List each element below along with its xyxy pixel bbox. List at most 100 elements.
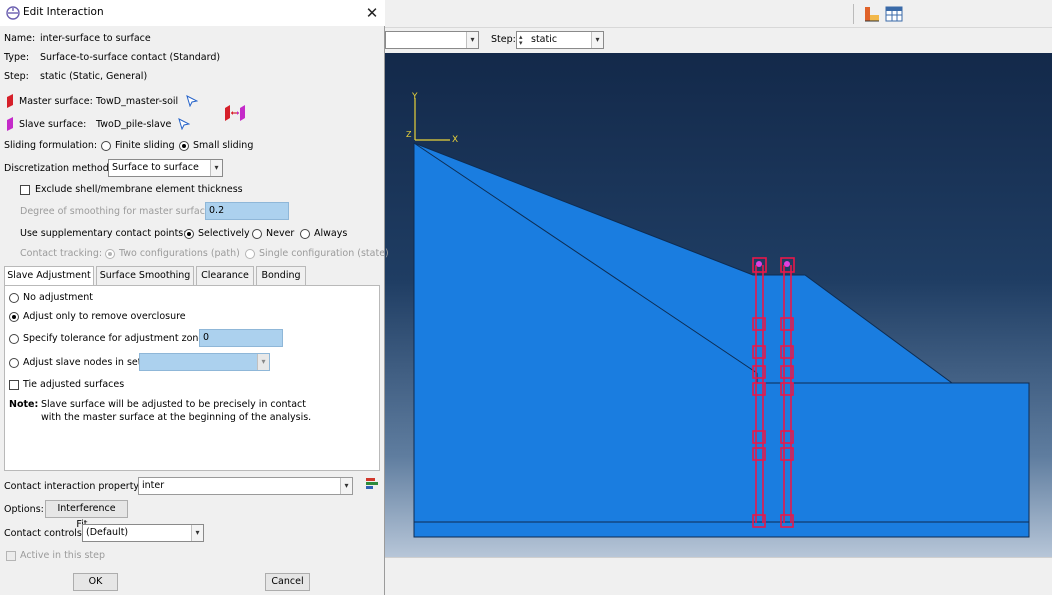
chevron-down-icon: ▾ (340, 478, 352, 494)
note-line-2: with the master surface at the beginning… (41, 412, 312, 423)
master-surface-value: TowD_master-soil (96, 96, 179, 107)
property-combo[interactable]: inter ▾ (138, 477, 353, 495)
step-combo-value: static (531, 34, 558, 45)
selectively-radio[interactable] (184, 229, 194, 239)
contact-controls-combo[interactable]: (Default) ▾ (82, 524, 204, 542)
finite-sliding-radio[interactable] (101, 141, 111, 151)
tie-adjusted-label: Tie adjusted surfaces (23, 379, 125, 390)
pile-head-marker (784, 261, 790, 267)
model-viewport[interactable]: Y X Z (385, 53, 1052, 557)
options-label: Options: (4, 504, 44, 515)
tolerance-input[interactable]: 0 (199, 329, 283, 347)
chevron-down-icon: ▾ (210, 160, 222, 176)
adjust-slave-nodes-radio[interactable] (9, 358, 19, 368)
exclude-thickness-checkbox[interactable] (20, 185, 30, 195)
discretization-combo[interactable]: Surface to surface ▾ (108, 159, 223, 177)
single-configuration-radio[interactable] (245, 249, 255, 259)
contact-controls-label: Contact controls: (4, 528, 86, 539)
pile-head-marker (756, 261, 762, 267)
soil-body (413, 142, 1030, 538)
single-configuration-label: Single configuration (state) (259, 248, 389, 259)
tab-surface-smoothing[interactable]: Surface Smoothing (96, 266, 194, 285)
model-canvas: Y X Z (406, 92, 1030, 538)
slave-surface-label: Slave surface: (19, 119, 87, 130)
master-surface-icon (7, 94, 13, 108)
no-adjustment-radio[interactable] (9, 293, 19, 303)
discretization-label: Discretization method: (4, 163, 112, 174)
master-surface-label: Master surface: (19, 96, 93, 107)
model-combo[interactable]: ▾ (385, 31, 479, 49)
close-button[interactable]: ✕ (362, 3, 382, 23)
small-sliding-radio[interactable] (179, 141, 189, 151)
always-label: Always (314, 228, 348, 239)
slave-surface-icon (7, 117, 13, 131)
step-value: static (Static, General) (40, 71, 148, 82)
dialog-titlebar[interactable]: Edit Interaction ✕ (0, 0, 385, 26)
close-icon: ✕ (365, 4, 379, 22)
edit-interaction-dialog: Edit Interaction ✕ Name: inter-surface t… (0, 0, 389, 595)
axis-z-label: Z (406, 130, 412, 139)
axis-x-label: X (452, 135, 458, 145)
chevron-down-icon: ▾ (591, 32, 603, 48)
property-manager-icon[interactable] (365, 477, 379, 491)
toolbar-separator (853, 4, 854, 24)
interaction-icon (6, 6, 20, 20)
table-tool-icon[interactable] (885, 5, 903, 23)
active-in-step-checkbox[interactable] (6, 551, 16, 561)
tab-bonding[interactable]: Bonding (256, 266, 306, 285)
small-sliding-label: Small sliding (193, 140, 254, 151)
supplementary-label: Use supplementary contact points: (20, 228, 187, 239)
name-label: Name: (4, 33, 36, 44)
chevron-down-icon: ▾ (257, 354, 269, 370)
specify-tolerance-radio[interactable] (9, 334, 19, 344)
discretization-value: Surface to surface (112, 162, 199, 173)
tab-clearance[interactable]: Clearance (196, 266, 254, 285)
context-bar: ▾ Step: ▴ ▾ static ▾ (385, 28, 1052, 52)
specify-tolerance-label: Specify tolerance for adjustment zone: (23, 333, 208, 344)
cancel-button[interactable]: Cancel (265, 573, 310, 591)
spinner-icon: ▴ ▾ (519, 33, 523, 47)
select-pointer-icon[interactable] (178, 118, 190, 130)
remove-overclosure-radio[interactable] (9, 312, 19, 322)
adjust-slave-nodes-label: Adjust slave nodes in set: (23, 357, 145, 368)
node-set-combo[interactable]: ▾ (139, 353, 270, 371)
smoothing-label: Degree of smoothing for master surface: (20, 206, 214, 217)
tie-adjusted-checkbox[interactable] (9, 380, 19, 390)
ok-button[interactable]: OK (73, 573, 118, 591)
type-label: Type: (4, 52, 30, 63)
select-pointer-icon[interactable] (186, 95, 198, 107)
type-value: Surface-to-surface contact (Standard) (40, 52, 221, 63)
interference-fit-button[interactable]: Interference Fit... (45, 500, 128, 530)
toolbar (385, 0, 1052, 28)
chevron-down-icon: ▾ (191, 525, 203, 541)
property-value: inter (142, 480, 165, 491)
query-tool-icon[interactable] (863, 5, 881, 23)
axis-y-label: Y (411, 92, 418, 102)
message-area (385, 557, 1052, 595)
step-combo[interactable]: ▴ ▾ static ▾ (516, 31, 604, 49)
two-configurations-label: Two configurations (path) (119, 248, 240, 259)
two-configurations-radio[interactable] (105, 249, 115, 259)
note-label: Note: (9, 399, 39, 410)
exclude-thickness-label: Exclude shell/membrane element thickness (35, 184, 243, 195)
always-radio[interactable] (300, 229, 310, 239)
selectively-label: Selectively (198, 228, 250, 239)
name-value: inter-surface to surface (40, 33, 151, 44)
axis-triad: Y X Z (406, 92, 458, 145)
property-label: Contact interaction property: (4, 481, 142, 492)
dialog-title: Edit Interaction (23, 6, 104, 18)
never-radio[interactable] (252, 229, 262, 239)
never-label: Never (266, 228, 295, 239)
swap-surfaces-icon[interactable] (224, 104, 246, 122)
step-label: Step: (4, 71, 29, 82)
application-window: ▾ Step: ▴ ▾ static ▾ Y X Z (385, 0, 1052, 595)
no-adjustment-label: No adjustment (23, 292, 93, 303)
smoothing-input[interactable]: 0.2 (205, 202, 289, 220)
chevron-down-icon: ▾ (466, 32, 478, 48)
tab-slave-adjustment[interactable]: Slave Adjustment (4, 266, 94, 286)
active-in-step-label: Active in this step (20, 550, 105, 561)
step-label: Step: (491, 34, 516, 45)
finite-sliding-label: Finite sliding (115, 140, 175, 151)
contact-tracking-label: Contact tracking: (20, 248, 103, 259)
note-line-1: Slave surface will be adjusted to be pre… (41, 399, 306, 410)
